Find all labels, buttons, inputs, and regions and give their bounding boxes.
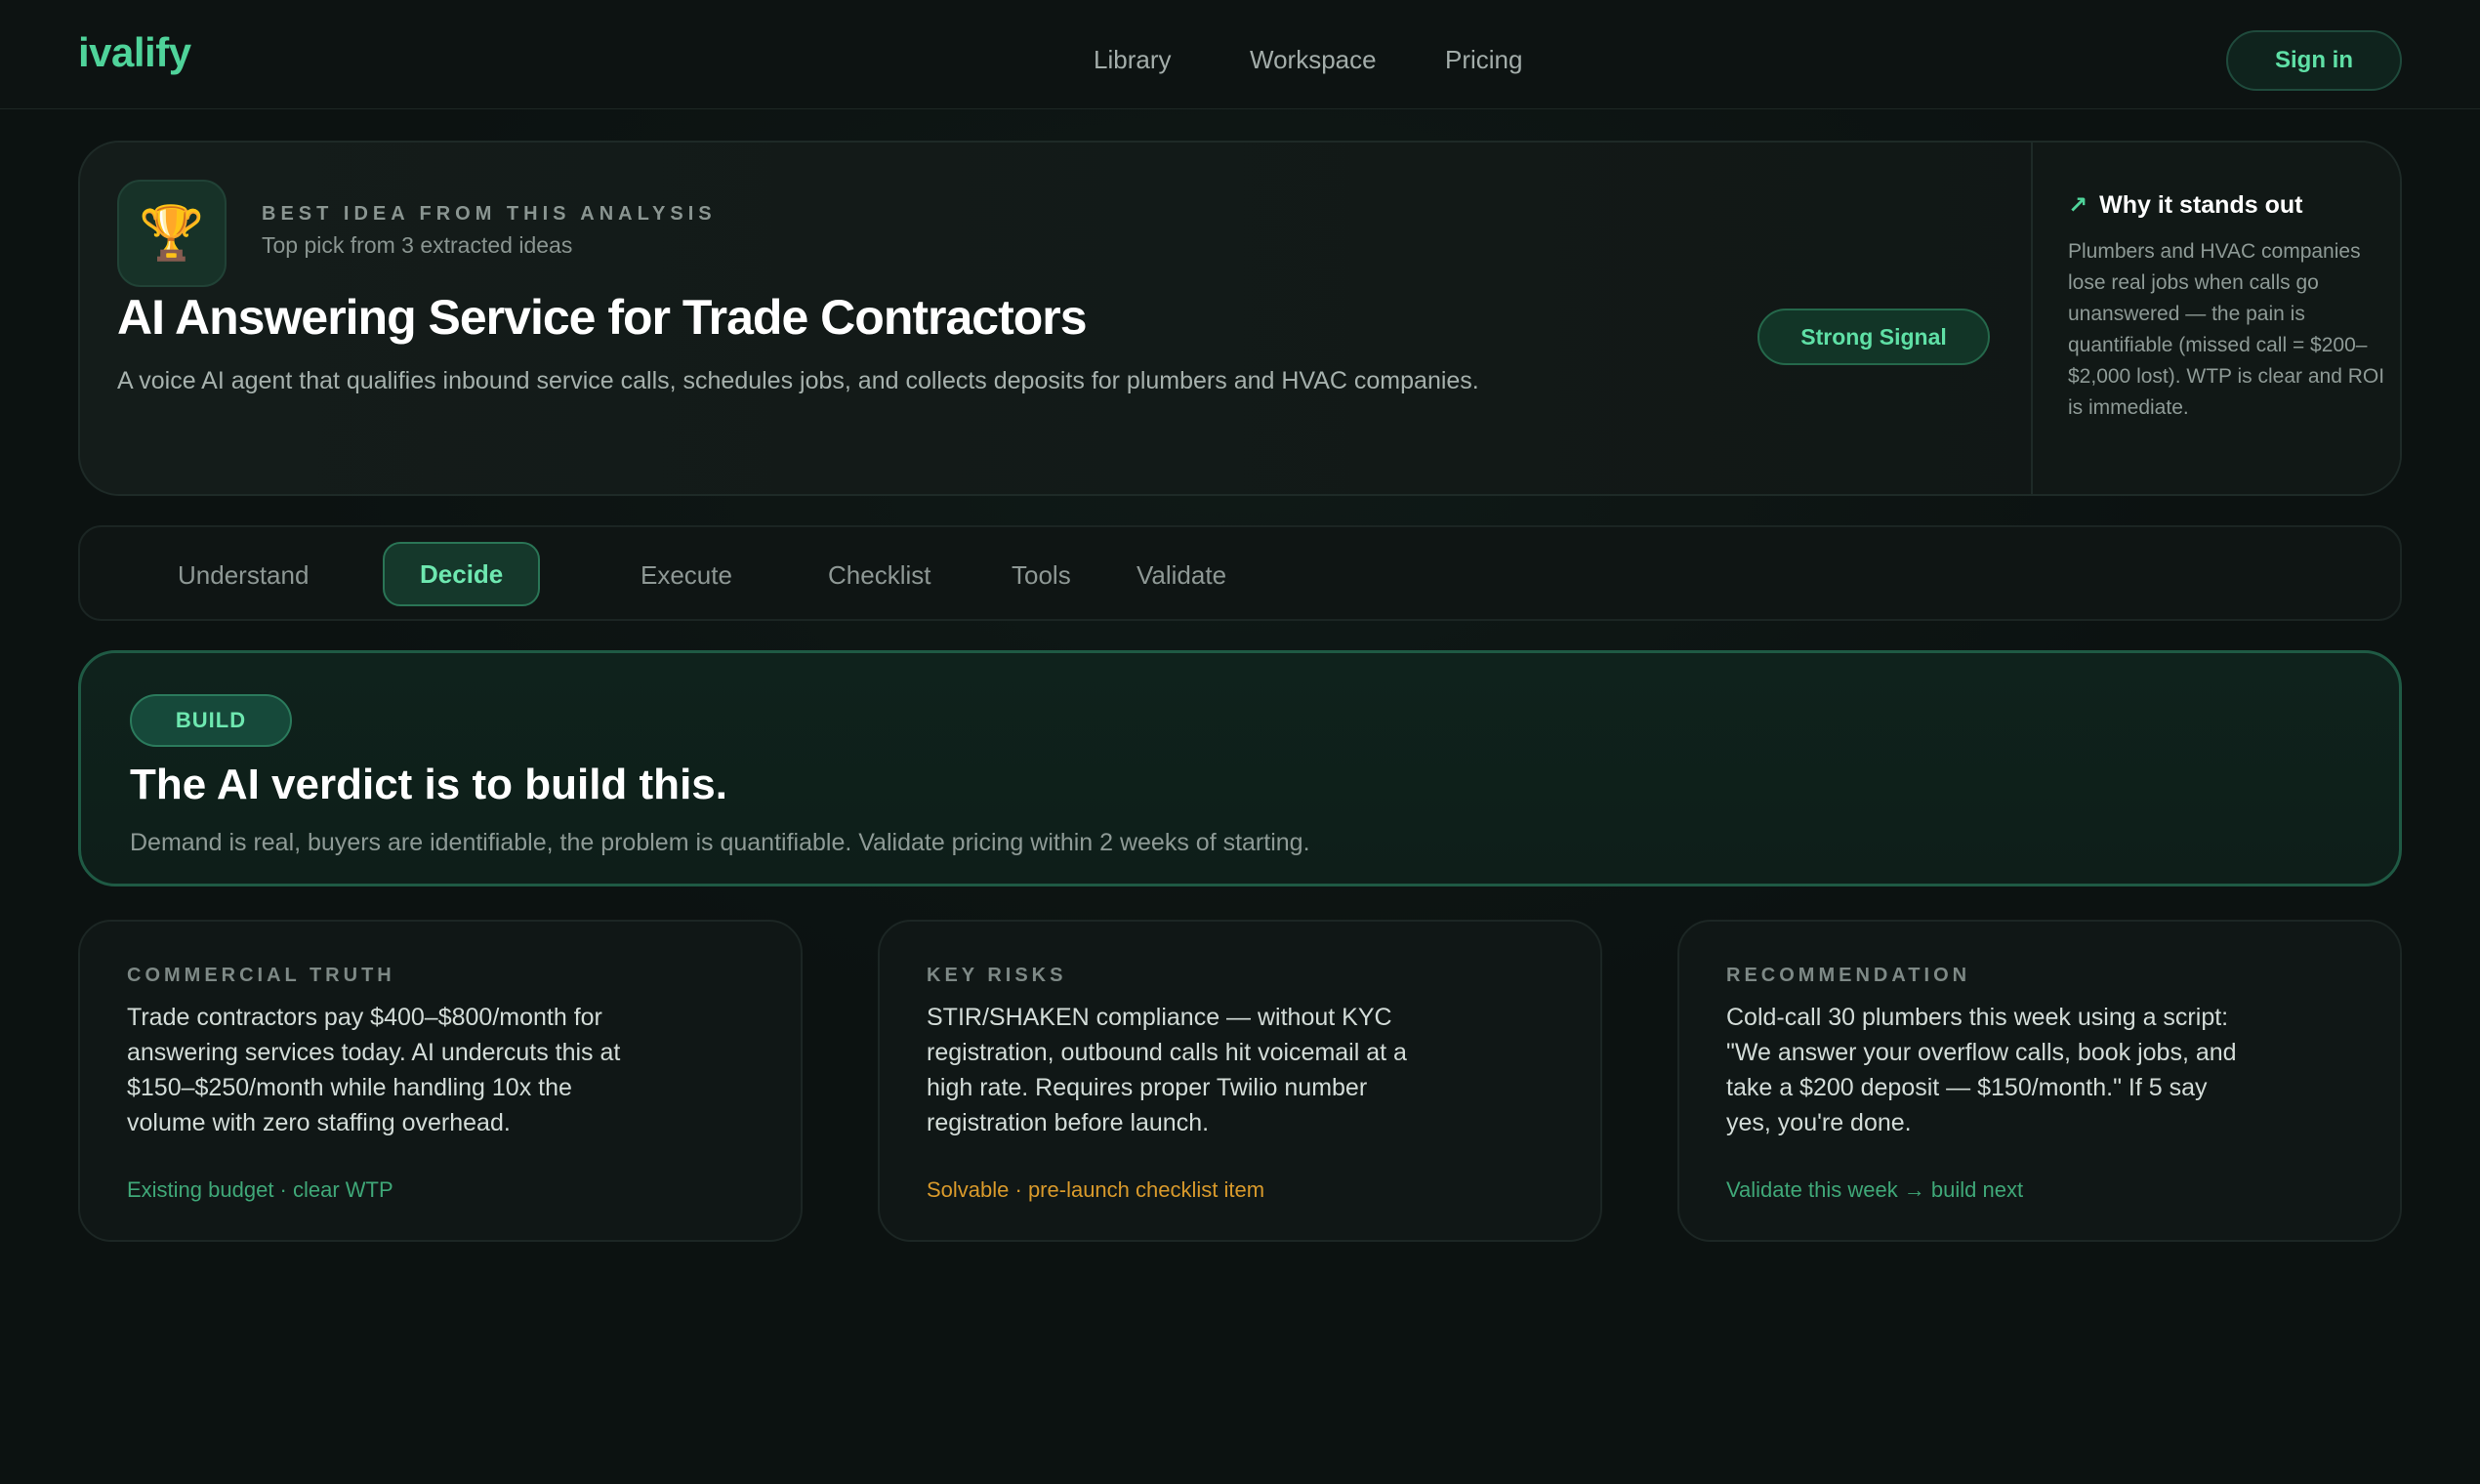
why-it-stands-out-panel: ↗ Why it stands out Plumbers and HVAC co… (2031, 143, 2400, 494)
card-body: Trade contractors pay $400–$800/month fo… (127, 1004, 621, 1136)
nav-library-link[interactable]: Library (1094, 45, 1171, 75)
recommendation-card: RECOMMENDATION Cold-call 30 plumbers thi… (1677, 920, 2402, 1242)
card-label: KEY RISKS (927, 965, 1067, 986)
analysis-tabs: Understand Decide Execute Checklist Tool… (78, 525, 2402, 621)
idea-description: A voice AI agent that qualifies inbound … (117, 367, 1479, 394)
hero-eyebrow: BEST IDEA FROM THIS ANALYSIS (262, 203, 717, 225)
verdict-title: The AI verdict is to build this. (130, 761, 727, 808)
why-heading: ↗ Why it stands out (2068, 191, 2302, 220)
signal-badge: Strong Signal (1757, 309, 1990, 365)
commercial-truth-card: COMMERCIAL TRUTH Trade contractors pay $… (78, 920, 803, 1242)
verdict-description: Demand is real, buyers are identifiable,… (130, 829, 1310, 856)
best-idea-card: 🏆 BEST IDEA FROM THIS ANALYSIS Top pick … (78, 141, 2402, 496)
hero-subeyebrow: Top pick from 3 extracted ideas (262, 232, 573, 258)
card-footer: Existing budget · clear WTP (127, 1177, 393, 1202)
key-risks-card: KEY RISKS STIR/SHAKEN compliance — witho… (878, 920, 1602, 1242)
card-label: RECOMMENDATION (1726, 965, 1971, 986)
nav-workspace-link[interactable]: Workspace (1250, 45, 1377, 75)
why-body: Plumbers and HVAC companies lose real jo… (2068, 240, 2385, 419)
build-badge: BUILD (130, 694, 292, 747)
card-footer: Solvable · pre-launch checklist item (927, 1177, 1265, 1202)
tab-validate[interactable]: Validate (1137, 527, 1226, 623)
card-label: COMMERCIAL TRUTH (127, 965, 395, 986)
top-nav-bar: ivalify Library Workspace Pricing Sign i… (0, 0, 2480, 109)
idea-title: AI Answering Service for Trade Contracto… (117, 290, 1088, 345)
tab-decide[interactable]: Decide (383, 542, 541, 606)
verdict-panel: BUILD The AI verdict is to build this. D… (78, 650, 2402, 886)
tab-checklist[interactable]: Checklist (828, 527, 930, 623)
why-heading-label: Why it stands out (2099, 191, 2303, 219)
trophy-icon: 🏆 (117, 180, 227, 287)
nav-pricing-link[interactable]: Pricing (1445, 45, 1522, 75)
tab-understand[interactable]: Understand (178, 527, 309, 623)
trend-arrow-icon: ↗ (2068, 192, 2088, 219)
sign-in-button[interactable]: Sign in (2226, 30, 2402, 91)
card-footer: Validate this week → build next (1726, 1177, 2024, 1202)
card-body: STIR/SHAKEN compliance — without KYC reg… (927, 1004, 1407, 1136)
card-body: Cold-call 30 plumbers this week using a … (1726, 1004, 2237, 1136)
main-nav: Library Workspace Pricing (0, 45, 2480, 84)
tab-execute[interactable]: Execute (641, 527, 732, 623)
tab-tools[interactable]: Tools (1012, 527, 1071, 623)
